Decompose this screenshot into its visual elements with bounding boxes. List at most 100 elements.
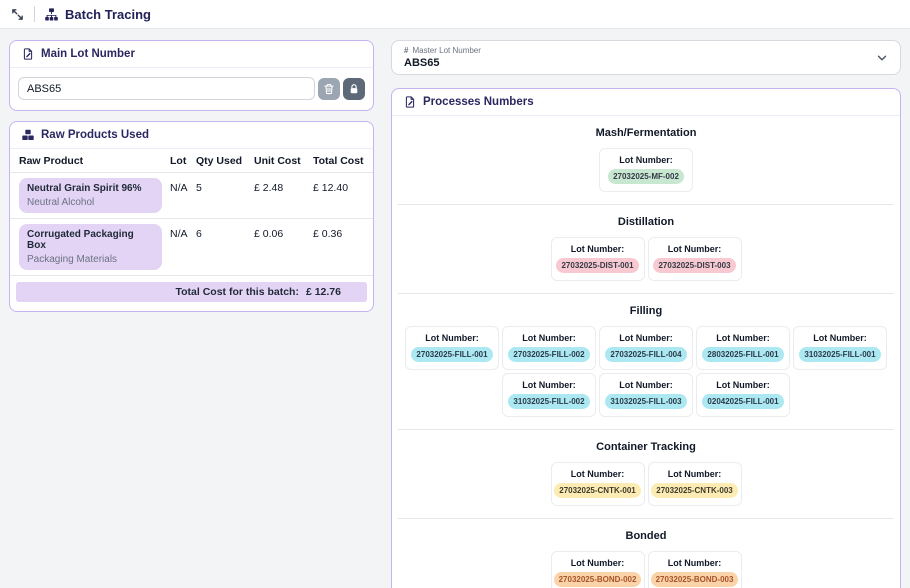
- lot-cards-row: Lot Number: 27032025-BOND-002 Lot Number…: [398, 551, 894, 588]
- master-lot-text: # Master Lot Number ABS65: [404, 46, 481, 69]
- process-section: Bonded Lot Number: 27032025-BOND-002 Lot…: [398, 518, 894, 588]
- main-lot-input[interactable]: [18, 77, 315, 100]
- lot-number-label: Lot Number:: [425, 333, 479, 343]
- topbar-divider: [34, 6, 35, 22]
- chevron-down-icon: [876, 52, 888, 64]
- col-qty-used: Qty Used: [196, 155, 254, 167]
- lot-card: Lot Number: 28032025-FILL-001: [696, 326, 790, 370]
- lot-card: Lot Number: 31032025-FILL-003: [599, 373, 693, 417]
- lot-number-chip: 28032025-FILL-001: [702, 347, 783, 362]
- lot-cards-row: Lot Number: 27032025-MF-002: [398, 148, 894, 192]
- file-pen-icon: [22, 48, 34, 60]
- lot-number-label: Lot Number:: [619, 380, 673, 390]
- left-column: Main Lot Number: [9, 40, 374, 312]
- lot-number-label: Lot Number:: [668, 558, 722, 568]
- col-unit-cost: Unit Cost: [254, 155, 313, 167]
- right-column: # Master Lot Number ABS65: [391, 40, 901, 588]
- lot-number-chip: 27032025-DIST-001: [556, 258, 638, 273]
- lock-icon: [348, 83, 360, 95]
- lot-number-chip: 27032025-CNTK-001: [554, 483, 641, 498]
- cell-unit-cost: £ 2.48: [254, 178, 313, 194]
- product-chip: Neutral Grain Spirit 96% Neutral Alcohol: [19, 178, 162, 213]
- lot-card: Lot Number: 27032025-FILL-001: [405, 326, 499, 370]
- page-title: Batch Tracing: [65, 7, 151, 22]
- lot-card: Lot Number: 31032025-FILL-001: [793, 326, 887, 370]
- lot-number-label: Lot Number:: [571, 558, 625, 568]
- lot-number-label: Lot Number:: [571, 244, 625, 254]
- lot-card: Lot Number: 27032025-FILL-002: [502, 326, 596, 370]
- cell-total-cost: £ 0.36: [313, 224, 364, 240]
- cell-raw-product: Corrugated Packaging Box Packaging Mater…: [19, 224, 170, 270]
- process-section: Container Tracking Lot Number: 27032025-…: [398, 429, 894, 518]
- main-content: Main Lot Number: [0, 29, 910, 588]
- table-row: Corrugated Packaging Box Packaging Mater…: [10, 219, 373, 276]
- product-category: Packaging Materials: [27, 254, 154, 265]
- lot-number-chip: 31032025-FILL-003: [605, 394, 686, 409]
- lock-lot-button[interactable]: [343, 78, 365, 100]
- lot-number-chip: 31032025-FILL-002: [508, 394, 589, 409]
- product-name: Neutral Grain Spirit 96%: [27, 183, 154, 194]
- processes-header: Processes Numbers: [392, 89, 900, 116]
- lot-number-label: Lot Number:: [522, 333, 576, 343]
- master-lot-select[interactable]: # Master Lot Number ABS65: [391, 40, 901, 75]
- lot-number-label: Lot Number:: [716, 380, 770, 390]
- processes-body: Mash/Fermentation Lot Number: 27032025-M…: [392, 116, 900, 588]
- lot-number-chip: 27032025-FILL-004: [605, 347, 686, 362]
- lot-number-chip: 27032025-BOND-003: [651, 572, 739, 587]
- batch-total-label: Total Cost for this batch:: [175, 286, 298, 298]
- lot-card: Lot Number: 27032025-CNTK-003: [648, 462, 742, 506]
- lot-card: Lot Number: 27032025-FILL-004: [599, 326, 693, 370]
- raw-products-header: Raw Products Used: [10, 122, 373, 149]
- expand-diagonal-icon: [11, 8, 24, 21]
- batch-total-row: Total Cost for this batch: £ 12.76: [16, 282, 367, 302]
- hash-icon: #: [404, 46, 408, 55]
- lot-number-label: Lot Number:: [522, 380, 576, 390]
- lot-number-chip: 02042025-FILL-001: [702, 394, 783, 409]
- lot-card: Lot Number: 27032025-BOND-002: [551, 551, 645, 588]
- page-brand: Batch Tracing: [45, 7, 151, 22]
- process-section-title: Mash/Fermentation: [398, 127, 894, 139]
- lot-number-label: Lot Number:: [668, 244, 722, 254]
- file-pen-icon: [404, 96, 416, 108]
- cell-lot: N/A: [170, 178, 196, 194]
- cell-qty: 5: [196, 178, 254, 194]
- main-lot-card: Main Lot Number: [9, 40, 374, 111]
- lot-number-chip: 27032025-FILL-001: [411, 347, 492, 362]
- boxes-stacked-icon: [22, 129, 34, 141]
- cell-qty: 6: [196, 224, 254, 240]
- lot-card: Lot Number: 31032025-FILL-002: [502, 373, 596, 417]
- lot-cards-row: Lot Number: 27032025-FILL-001 Lot Number…: [398, 326, 894, 417]
- lot-card: Lot Number: 27032025-DIST-001: [551, 237, 645, 281]
- lot-number-chip: 27032025-MF-002: [608, 169, 684, 184]
- main-lot-header: Main Lot Number: [10, 41, 373, 68]
- col-total-cost: Total Cost: [313, 155, 364, 167]
- lot-card: Lot Number: 27032025-MF-002: [599, 148, 693, 192]
- process-section: Distillation Lot Number: 27032025-DIST-0…: [398, 204, 894, 293]
- table-body: Neutral Grain Spirit 96% Neutral Alcohol…: [10, 173, 373, 276]
- master-lot-value: ABS65: [404, 57, 481, 69]
- table-row: Neutral Grain Spirit 96% Neutral Alcohol…: [10, 173, 373, 219]
- raw-products-title: Raw Products Used: [41, 129, 149, 141]
- expand-button[interactable]: [11, 8, 24, 21]
- table-header: Raw Product Lot Qty Used Unit Cost Total…: [10, 149, 373, 173]
- product-category: Neutral Alcohol: [27, 197, 154, 208]
- lot-number-chip: 27032025-CNTK-003: [651, 483, 738, 498]
- lot-number-label: Lot Number:: [571, 469, 625, 479]
- lot-card: Lot Number: 02042025-FILL-001: [696, 373, 790, 417]
- batch-total-value: £ 12.76: [306, 286, 341, 298]
- main-lot-title: Main Lot Number: [41, 48, 135, 60]
- processes-title: Processes Numbers: [423, 96, 534, 108]
- process-section-title: Bonded: [398, 530, 894, 542]
- lot-number-label: Lot Number:: [619, 155, 673, 165]
- delete-lot-button[interactable]: [318, 78, 340, 100]
- trash-icon: [323, 83, 335, 95]
- main-lot-body: [10, 68, 373, 110]
- cell-raw-product: Neutral Grain Spirit 96% Neutral Alcohol: [19, 178, 170, 213]
- col-raw-product: Raw Product: [19, 155, 170, 167]
- lot-cards-row: Lot Number: 27032025-DIST-001 Lot Number…: [398, 237, 894, 281]
- process-section-title: Container Tracking: [398, 441, 894, 453]
- lot-number-chip: 27032025-FILL-002: [508, 347, 589, 362]
- lot-number-label: Lot Number:: [668, 469, 722, 479]
- lot-number-label: Lot Number:: [813, 333, 867, 343]
- cell-lot: N/A: [170, 224, 196, 240]
